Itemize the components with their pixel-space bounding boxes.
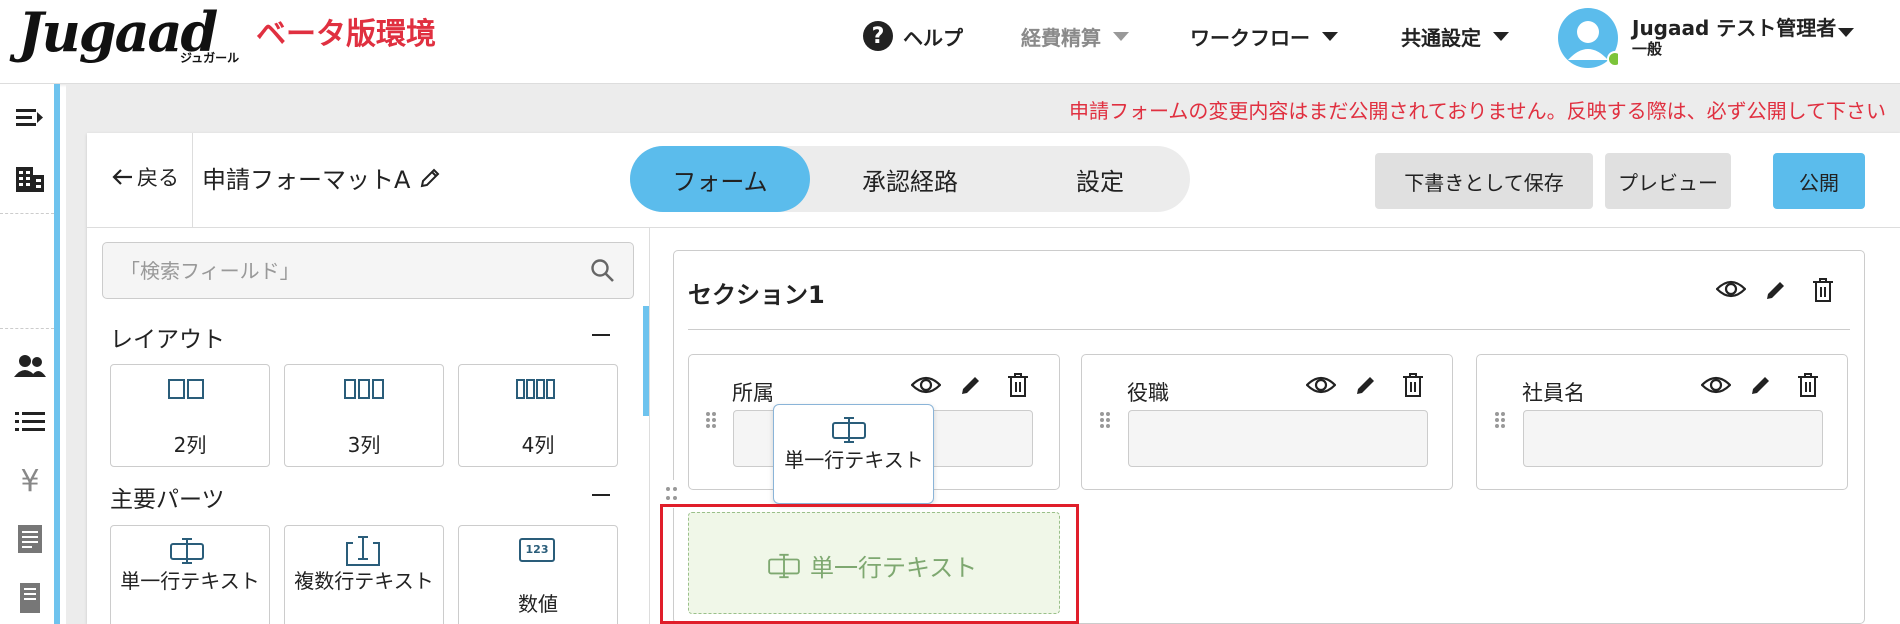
trash-icon[interactable]: [1797, 372, 1819, 398]
building-icon[interactable]: [12, 161, 48, 197]
pencil-icon[interactable]: [1749, 373, 1773, 397]
parts-section-header: 主要パーツ: [110, 487, 225, 513]
user-name[interactable]: Jugaad テスト管理者: [1632, 12, 1836, 41]
menu-collapse-icon[interactable]: [12, 100, 48, 136]
form-name-label: 申請フォーマットA: [202, 166, 411, 194]
palette-scrollbar[interactable]: [643, 306, 649, 416]
pencil-icon[interactable]: [1354, 373, 1378, 397]
number-icon: 123: [519, 538, 555, 562]
nav-help[interactable]: ? ヘルプ: [863, 18, 963, 54]
four-columns-icon: [516, 379, 556, 399]
back-button[interactable]: 戻る: [110, 162, 179, 192]
collapse-parts-icon[interactable]: [592, 494, 610, 496]
env-label: ベータ版環境: [256, 17, 436, 52]
multi-line-text-icon: [345, 535, 381, 567]
field-label: 所属: [732, 381, 774, 405]
publish-button[interactable]: 公開: [1773, 153, 1865, 209]
trash-icon[interactable]: [1402, 372, 1424, 398]
form-name[interactable]: 申請フォーマットA: [202, 160, 442, 195]
section-pencil-icon[interactable]: [1764, 278, 1788, 302]
arrow-left-icon: [112, 169, 132, 185]
section-eye-icon[interactable]: [1716, 278, 1746, 300]
preview-button[interactable]: プレビュー: [1605, 153, 1731, 209]
chevron-down-icon: [1493, 31, 1509, 41]
nav-expense[interactable]: 経費精算: [1021, 18, 1129, 54]
chevron-down-icon: [1113, 31, 1129, 41]
users-icon[interactable]: [12, 348, 48, 384]
chevron-down-icon: [1322, 31, 1338, 41]
sidebar-divider: [0, 213, 54, 214]
search-icon[interactable]: [590, 258, 616, 284]
three-columns-icon: [344, 379, 384, 399]
section-divider: [688, 329, 1850, 330]
part-tile-single-line-label: 単一行テキスト: [120, 569, 260, 593]
field-label: 役職: [1127, 381, 1169, 405]
single-line-text-icon: [170, 537, 204, 565]
drag-handle-icon[interactable]: [1495, 412, 1505, 428]
field-input-preview: [1128, 410, 1428, 467]
drag-handle-icon[interactable]: [1100, 412, 1110, 428]
nav-workflow-label: ワークフロー: [1190, 25, 1310, 50]
user-menu-chevron-icon[interactable]: [1838, 28, 1854, 37]
field-input-preview: [1523, 410, 1823, 467]
help-icon: ?: [863, 21, 893, 51]
document-icon[interactable]: [12, 521, 48, 557]
nav-expense-label: 経費精算: [1021, 25, 1101, 50]
eye-icon[interactable]: [1701, 374, 1731, 396]
part-tile-multi-line-label: 複数行テキスト: [294, 569, 434, 593]
two-columns-icon: [168, 379, 204, 399]
part-tile-number-label: 数値: [518, 592, 558, 616]
app-logo-sub: ジュガール: [180, 51, 240, 65]
highlight-box: [660, 504, 1079, 624]
section-title: セクション1: [688, 281, 825, 309]
pencil-icon[interactable]: [959, 373, 983, 397]
layout-tile-3col-label: 3列: [347, 433, 381, 457]
avatar[interactable]: [1558, 8, 1618, 68]
toolbar-bottom-border: [87, 227, 1900, 228]
eye-icon[interactable]: [911, 374, 941, 396]
back-label: 戻る: [137, 166, 179, 190]
drag-ghost-label: 単一行テキスト: [784, 448, 924, 472]
nav-help-label: ヘルプ: [903, 25, 963, 50]
tab-form[interactable]: フォーム: [630, 146, 810, 212]
unpublished-notice: 申請フォームの変更内容はまだ公開されておりません。反映する際は、必ず公開して下さ…: [1069, 99, 1886, 123]
layout-tile-4col-label: 4列: [521, 433, 555, 457]
trash-icon[interactable]: [1007, 372, 1029, 398]
user-role: 一般: [1632, 40, 1663, 58]
tab-approval-route[interactable]: 承認経路: [820, 146, 1000, 212]
nav-workflow[interactable]: ワークフロー: [1190, 18, 1338, 54]
nav-common-settings-label: 共通設定: [1401, 25, 1481, 50]
toolbar-divider: [192, 133, 193, 227]
tab-settings[interactable]: 設定: [1010, 146, 1190, 212]
single-line-text-icon: [832, 416, 866, 444]
layout-tile-2col-label: 2列: [173, 433, 207, 457]
section-trash-icon[interactable]: [1812, 277, 1834, 303]
collapse-layout-icon[interactable]: [592, 334, 610, 336]
pencil-icon[interactable]: [418, 166, 442, 190]
panel-divider: [649, 227, 650, 624]
field-label: 社員名: [1522, 381, 1585, 405]
yen-icon[interactable]: ¥: [12, 463, 48, 499]
receipt-icon[interactable]: [12, 580, 48, 616]
save-draft-button[interactable]: 下書きとして保存: [1375, 153, 1593, 209]
layout-section-header: レイアウト: [110, 327, 225, 353]
eye-icon[interactable]: [1306, 374, 1336, 396]
field-search-placeholder: 「検索フィールド」: [120, 259, 300, 283]
sidebar-divider: [0, 328, 54, 329]
nav-common-settings[interactable]: 共通設定: [1401, 18, 1509, 54]
drag-handle-icon[interactable]: [706, 412, 716, 428]
list-icon[interactable]: [12, 404, 48, 440]
